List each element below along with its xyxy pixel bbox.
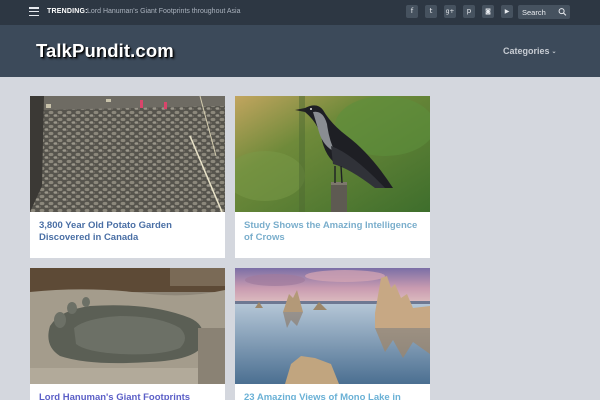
twitter-icon[interactable]: t xyxy=(425,5,437,18)
excavated-garden-photo xyxy=(30,96,225,212)
search-box xyxy=(518,5,570,19)
youtube-icon[interactable]: ▶ xyxy=(501,5,513,18)
nav-categories-label: Categories xyxy=(503,46,550,56)
search-icon[interactable] xyxy=(558,7,567,17)
trending-link[interactable]: Lord Hanuman's Giant Footprints througho… xyxy=(87,8,240,15)
article-card[interactable]: Study Shows the Amazing Intelligence of … xyxy=(235,96,430,258)
trending-label: TRENDING: xyxy=(47,8,88,15)
search-input[interactable] xyxy=(522,7,558,17)
article-title[interactable]: Study Shows the Amazing Intelligence of … xyxy=(244,220,424,244)
instagram-icon[interactable]: ◙ xyxy=(482,5,494,18)
article-title[interactable]: 3,800 Year Old Potato Garden Discovered … xyxy=(39,220,219,244)
menu-icon[interactable] xyxy=(29,7,39,17)
article-card[interactable]: 3,800 Year Old Potato Garden Discovered … xyxy=(30,96,225,258)
top-bar: TRENDING: Lord Hanuman's Giant Footprint… xyxy=(0,0,600,25)
mono-lake-photo xyxy=(235,268,430,384)
pinterest-icon[interactable]: p xyxy=(463,5,475,18)
crow-on-post-photo xyxy=(235,96,430,212)
site-header: TalkPundit.com Categories ⌄ xyxy=(0,25,600,77)
nav-categories[interactable]: Categories ⌄ xyxy=(503,46,557,56)
article-card[interactable]: 23 Amazing Views of Mono Lake in xyxy=(235,268,430,400)
article-card[interactable]: Lord Hanuman's Giant Footprints xyxy=(30,268,225,400)
googleplus-icon[interactable]: g+ xyxy=(444,5,456,18)
chevron-down-icon: ⌄ xyxy=(551,49,557,55)
site-logo[interactable]: TalkPundit.com xyxy=(36,40,174,62)
article-title[interactable]: 23 Amazing Views of Mono Lake in xyxy=(244,392,424,400)
giant-footprint-photo xyxy=(30,268,225,384)
article-title[interactable]: Lord Hanuman's Giant Footprints xyxy=(39,392,219,400)
facebook-icon[interactable]: f xyxy=(406,5,418,18)
